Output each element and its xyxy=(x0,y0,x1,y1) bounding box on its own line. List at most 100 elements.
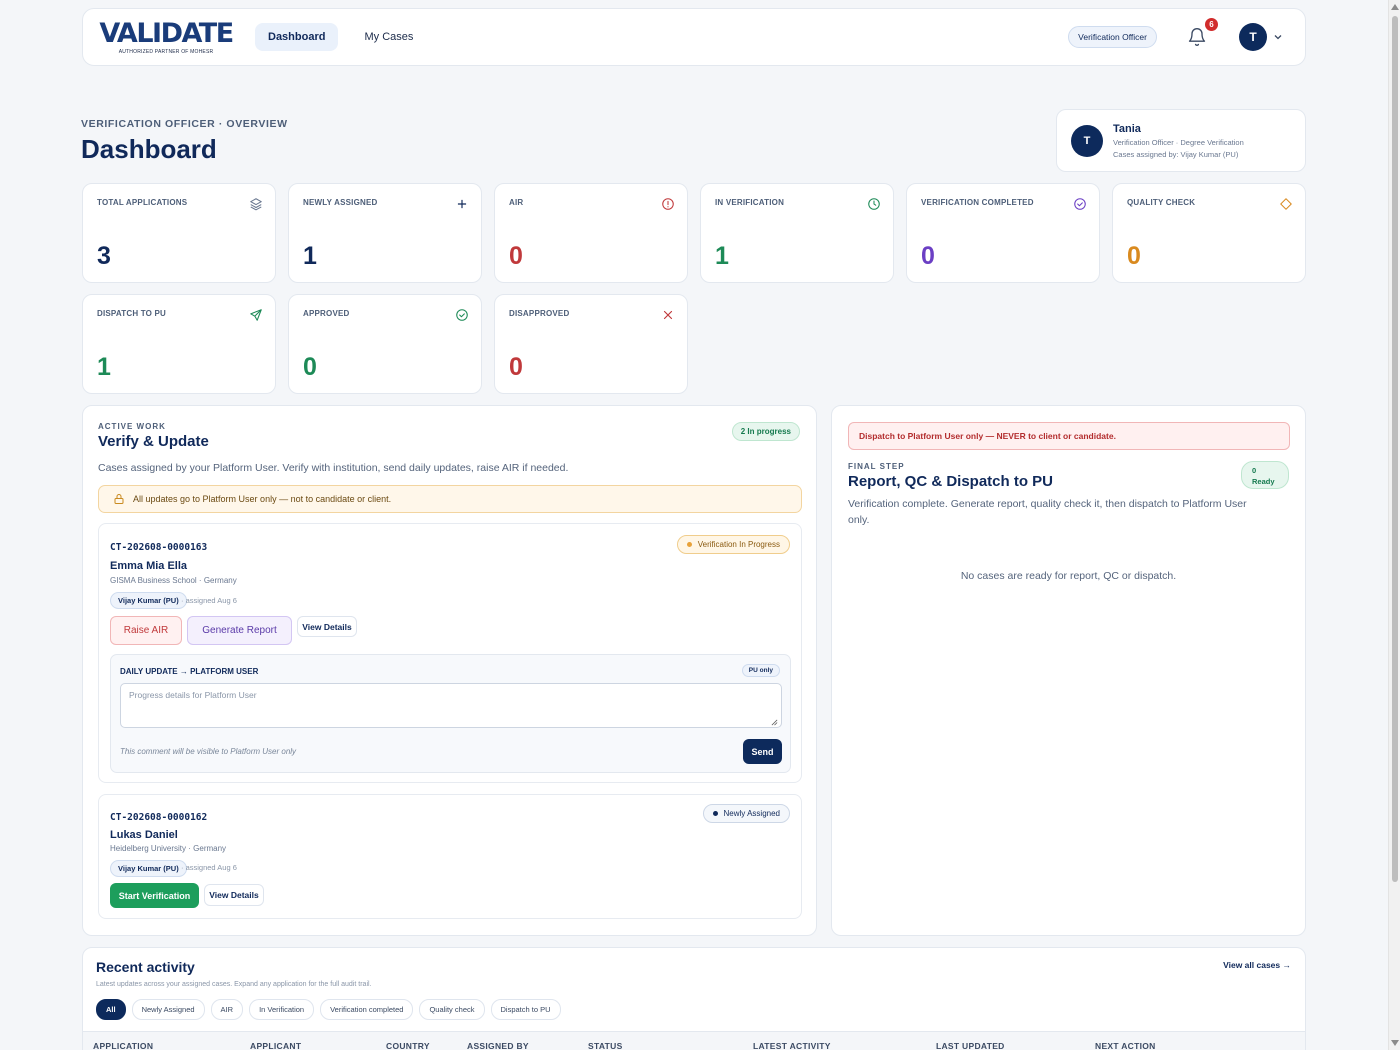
stat-in-verification[interactable]: IN VERIFICATION 1 xyxy=(700,183,894,283)
stat-label: VERIFICATION COMPLETED xyxy=(921,198,1034,207)
lock-icon xyxy=(114,494,124,504)
stat-value: 0 xyxy=(303,353,317,381)
ready-count-badge: 0 Ready xyxy=(1241,461,1289,489)
notifications-button[interactable]: 6 xyxy=(1187,17,1219,47)
assigned-by-chip: Vijay Kumar (PU) xyxy=(110,860,187,877)
user-role: Verification Officer · Degree Verificati… xyxy=(1113,137,1244,147)
stat-quality-check[interactable]: QUALITY CHECK 0 xyxy=(1112,183,1306,283)
stat-label: DISAPPROVED xyxy=(509,309,570,318)
view-details-button[interactable]: View Details xyxy=(297,616,357,637)
role-pill[interactable]: Verification Officer xyxy=(1068,26,1157,48)
dispatch-notice: Dispatch to Platform User only — NEVER t… xyxy=(848,422,1290,450)
nav-my-cases[interactable]: My Cases xyxy=(351,23,426,51)
filter-newly-assigned[interactable]: Newly Assigned xyxy=(131,999,205,1020)
column-header[interactable]: NEXT ACTION xyxy=(1095,1041,1156,1050)
stat-air[interactable]: AIR 0 xyxy=(494,183,688,283)
nav-dashboard[interactable]: Dashboard xyxy=(255,23,339,51)
view-details-button[interactable]: View Details xyxy=(204,884,264,906)
stat-label: DISPATCH TO PU xyxy=(97,309,167,318)
stat-label: AIR xyxy=(509,198,524,207)
table-header: APPLICATION APPLICANT COUNTRY ASSIGNED B… xyxy=(83,1031,1305,1050)
logo[interactable]: VALIDATE AUTHORIZED PARTNER OF MOHESR xyxy=(99,19,234,55)
logo-subtitle: AUTHORIZED PARTNER OF MOHESR xyxy=(118,48,214,55)
stat-total-applications[interactable]: TOTAL APPLICATIONS 3 xyxy=(82,183,276,283)
start-verification-button[interactable]: Start Verification xyxy=(110,883,199,908)
institution: GISMA Business School · Germany xyxy=(110,576,237,585)
stat-label: NEWLY ASSIGNED xyxy=(303,198,378,207)
scroll-down-icon[interactable] xyxy=(1391,1040,1399,1046)
send-icon xyxy=(250,309,262,321)
check-circle-icon xyxy=(1074,198,1086,210)
filter-quality-check[interactable]: Quality check xyxy=(419,999,485,1020)
send-button[interactable]: Send xyxy=(743,739,782,764)
assigned-by-chip: Vijay Kumar (PU) xyxy=(110,592,187,609)
x-icon xyxy=(663,310,673,320)
column-header[interactable]: LAST UPDATED xyxy=(936,1041,1005,1050)
page: VALIDATE AUTHORIZED PARTNER OF MOHESR Da… xyxy=(0,0,1388,1050)
assigned-date: · assigned Aug 6 xyxy=(181,596,237,605)
status-text: Newly Assigned xyxy=(723,809,780,818)
user-name: Tania xyxy=(1113,122,1141,135)
column-header[interactable]: COUNTRY xyxy=(386,1041,430,1050)
clock-icon xyxy=(868,198,880,210)
column-header[interactable]: ASSIGNED BY xyxy=(467,1041,529,1050)
raise-air-button[interactable]: Raise AIR xyxy=(110,616,182,645)
case-card: CT-202608-0000163 Verification In Progre… xyxy=(98,523,802,783)
alert-circle-icon xyxy=(662,198,674,210)
page-scrollbar[interactable] xyxy=(1388,0,1400,1050)
plus-icon xyxy=(457,199,467,209)
column-header[interactable]: APPLICATION xyxy=(93,1041,153,1050)
section-title: Verify & Update xyxy=(98,433,209,450)
ready-label: Ready xyxy=(1252,477,1275,486)
status-text: Verification In Progress xyxy=(697,540,780,549)
notice-text: All updates go to Platform User only — n… xyxy=(133,494,392,504)
scrollbar-thumb[interactable] xyxy=(1392,16,1398,882)
notification-count-badge: 6 xyxy=(1204,17,1219,32)
stat-newly-assigned[interactable]: NEWLY ASSIGNED 1 xyxy=(288,183,482,283)
column-header[interactable]: APPLICANT xyxy=(250,1041,301,1050)
filter-verification-completed[interactable]: Verification completed xyxy=(320,999,414,1020)
section-eyebrow: FINAL STEP xyxy=(848,462,905,471)
section-description: Cases assigned by your Platform User. Ve… xyxy=(98,462,569,474)
status-dot xyxy=(712,811,718,816)
stat-value: 1 xyxy=(97,353,111,381)
stat-value: 0 xyxy=(921,242,935,270)
status-dot xyxy=(686,542,692,547)
stat-value: 0 xyxy=(509,242,523,270)
stat-approved[interactable]: APPROVED 0 xyxy=(288,294,482,394)
stat-value: 1 xyxy=(303,242,317,270)
bell-icon xyxy=(1188,28,1206,46)
scroll-up-icon[interactable] xyxy=(1391,4,1399,10)
stat-label: TOTAL APPLICATIONS xyxy=(97,198,188,207)
stat-dispatch-to-pu[interactable]: DISPATCH TO PU 1 xyxy=(82,294,276,394)
status-badge: Newly Assigned xyxy=(702,804,790,823)
stat-verification-completed[interactable]: VERIFICATION COMPLETED 0 xyxy=(906,183,1100,283)
daily-update-box: DAILY UPDATE → PLATFORM USER PU only Thi… xyxy=(110,654,791,773)
filter-in-verification[interactable]: In Verification xyxy=(249,999,315,1020)
stat-label: APPROVED xyxy=(303,309,350,318)
case-card: CT-202608-0000162 Newly Assigned Lukas D… xyxy=(98,794,802,919)
stat-value: 3 xyxy=(97,242,111,270)
column-header[interactable]: STATUS xyxy=(588,1041,623,1050)
chevron-down-icon[interactable] xyxy=(1273,32,1283,42)
case-id[interactable]: CT-202608-0000163 xyxy=(110,542,207,553)
applicant-name: Lukas Daniel xyxy=(110,829,178,841)
case-id[interactable]: CT-202608-0000162 xyxy=(110,812,207,823)
filter-dispatch-to-pu[interactable]: Dispatch to PU xyxy=(490,999,561,1020)
filter-all[interactable]: All xyxy=(96,999,126,1020)
page-title: Dashboard xyxy=(81,134,217,164)
resize-handle-icon[interactable] xyxy=(771,719,778,726)
generate-report-button[interactable]: Generate Report xyxy=(187,616,292,645)
applicant-name: Emma Mia Ella xyxy=(110,560,188,572)
column-header[interactable]: LATEST ACTIVITY xyxy=(753,1041,831,1050)
user-assigned-by: Cases assigned by: Vijay Kumar (PU) xyxy=(1113,149,1239,159)
avatar[interactable]: T xyxy=(1239,23,1267,51)
ready-count: 0 xyxy=(1252,466,1257,475)
view-all-cases-link[interactable]: View all cases → xyxy=(1223,960,1291,970)
active-work-panel: ACTIVE WORK Verify & Update Cases assign… xyxy=(82,405,817,936)
filter-air[interactable]: AIR xyxy=(210,999,244,1020)
activity-filters: All Newly Assigned AIR In Verification V… xyxy=(96,999,561,1020)
stat-value: 1 xyxy=(715,242,729,270)
daily-update-input[interactable] xyxy=(120,683,782,728)
stat-disapproved[interactable]: DISAPPROVED 0 xyxy=(494,294,688,394)
